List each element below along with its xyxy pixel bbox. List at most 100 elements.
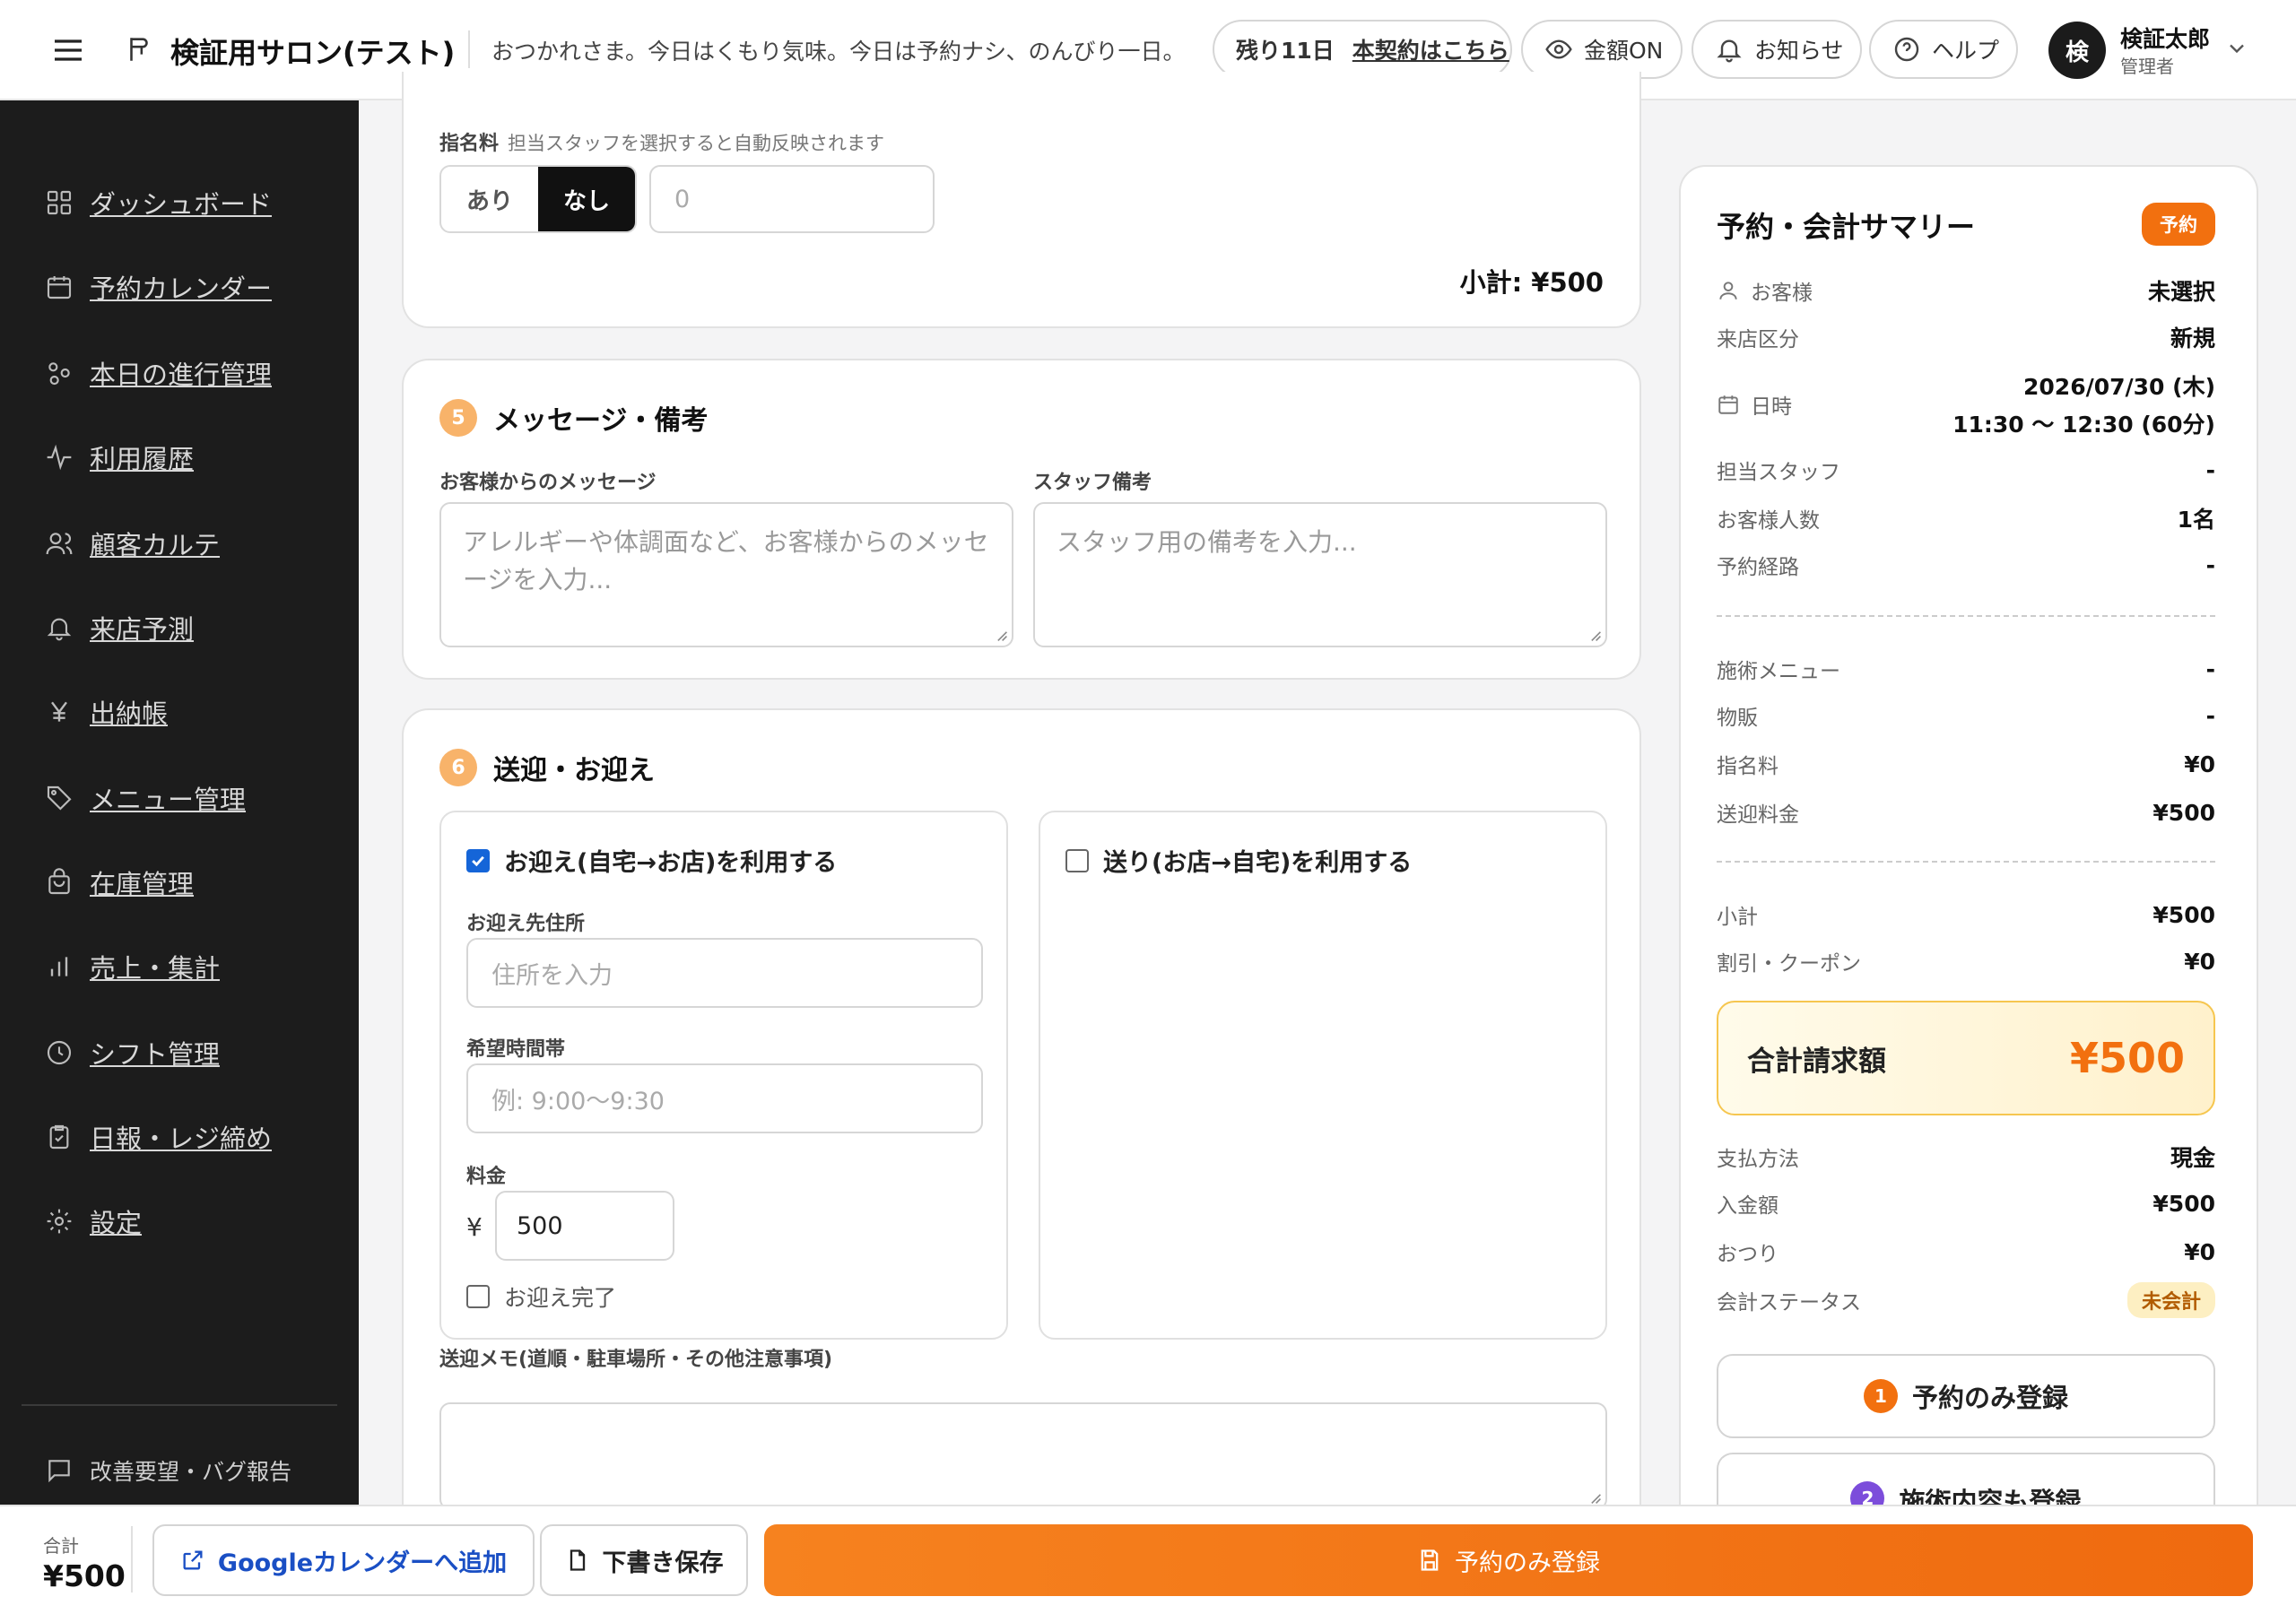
- sidebar-item-sales[interactable]: 売上・集計: [45, 940, 220, 994]
- nomination-no-option[interactable]: なし: [538, 167, 635, 231]
- register-reservation-button[interactable]: 1 予約のみ登録: [1717, 1354, 2215, 1438]
- feedback-label: 改善要望・バグ報告: [90, 1459, 292, 1485]
- sidebar-item-label: 利用履歴: [90, 444, 195, 474]
- pickup-fee-input[interactable]: 500: [495, 1191, 674, 1261]
- resize-grip-icon[interactable]: [1587, 1490, 1602, 1505]
- summary-row-party-size: お客様人数 1名: [1717, 500, 2215, 536]
- user-name[interactable]: 検証太郎: [2120, 22, 2210, 54]
- resize-grip-icon[interactable]: [1587, 628, 1602, 642]
- register-treatment-button[interactable]: 2 施術内容も登録: [1717, 1453, 2215, 1505]
- feedback-link[interactable]: 改善要望・バグ報告: [45, 1454, 291, 1487]
- pickup-done-checkbox[interactable]: お迎え完了: [466, 1280, 616, 1313]
- save-icon: [1421, 1549, 1439, 1571]
- summary-key: 来店区分: [1717, 328, 1799, 351]
- sidebar-item-label: 本日の進行管理: [90, 360, 273, 390]
- summary-row-customer: お客様 未選択: [1717, 273, 2215, 308]
- pickup-checkbox[interactable]: お迎え(自宅→お店)を利用する: [466, 843, 837, 878]
- summary-key: 小計: [1717, 906, 1758, 929]
- sidebar-item-customers[interactable]: 顧客カルテ: [45, 516, 220, 570]
- sidebar-divider: [22, 1404, 337, 1406]
- transport-memo-textarea[interactable]: [439, 1402, 1607, 1510]
- bottom-total-label: 合計: [43, 1535, 79, 1557]
- checkbox-empty-icon: [1065, 848, 1089, 872]
- transport-heading: 6 送迎・お迎え: [439, 748, 655, 787]
- register-submit-button[interactable]: 予約のみ登録: [764, 1524, 2253, 1596]
- nomination-label: 指名料 担当スタッフを選択すると自動反映されます: [439, 133, 885, 155]
- notifications-button[interactable]: お知らせ: [1692, 20, 1862, 79]
- sidebar-item-dashboard[interactable]: ダッシュボード: [45, 176, 272, 230]
- trial-banner[interactable]: 残り11日 本契約はこちら: [1213, 20, 1512, 79]
- summary-key: 物販: [1717, 707, 1758, 730]
- summary-key: 入金額: [1717, 1194, 1779, 1218]
- summary-row-deposit: 入金額 ¥500: [1717, 1185, 2215, 1221]
- sidebar-item-menu[interactable]: メニュー管理: [45, 771, 246, 825]
- customer-message-textarea[interactable]: アレルギーや体調面など、お客様からのメッセージを入力...: [439, 502, 1013, 647]
- summary-row-discount: 割引・クーポン ¥0: [1717, 943, 2215, 979]
- summary-key: 予約経路: [1717, 556, 1799, 579]
- step-number: 6: [439, 749, 477, 786]
- sidebar-item-calendar[interactable]: 予約カレンダー: [45, 260, 272, 314]
- sidebar-item-daily-report[interactable]: 日報・レジ締め: [45, 1110, 272, 1164]
- sidebar-item-shift[interactable]: シフト管理: [45, 1026, 220, 1080]
- bottom-divider: [131, 1526, 133, 1592]
- clipboard-icon: [49, 1124, 69, 1150]
- staff-note-textarea[interactable]: スタッフ用の備考を入力...: [1033, 502, 1607, 647]
- google-calendar-button[interactable]: Googleカレンダーへ追加: [152, 1524, 535, 1596]
- step-number: 5: [439, 399, 477, 437]
- greeting-message: おつかれさま。今日はくもり気味。今日は予約ナシ、のんびり一日。: [491, 39, 1186, 65]
- notifications-label: お知らせ: [1754, 38, 1844, 64]
- summary-value: ¥0: [2184, 948, 2215, 975]
- summary-key: おつり: [1717, 1243, 1779, 1266]
- summary-row-payment-method: 支払方法 現金: [1717, 1139, 2215, 1175]
- summary-value: 現金: [2170, 1145, 2215, 1171]
- sidebar-item-cashbook[interactable]: 出納帳: [45, 685, 168, 739]
- register-reservation-label: 予約のみ登録: [1911, 1383, 2068, 1413]
- summary-row-datetime: 日時 2026/07/30 (木) 11:30 〜 12:30 (60分): [1717, 368, 2215, 441]
- sidebar-item-label: 出納帳: [90, 699, 169, 729]
- help-icon: [1894, 37, 1919, 62]
- sidebar-item-settings[interactable]: 設定: [45, 1194, 142, 1248]
- amount-toggle-button[interactable]: 金額ON: [1521, 20, 1683, 79]
- summary-key: お客様: [1751, 282, 1813, 305]
- summary-key: 指名料: [1717, 755, 1779, 778]
- staff-note-placeholder: スタッフ用の備考を入力...: [1057, 527, 1357, 557]
- summary-value: 新規: [2170, 325, 2215, 351]
- sidebar-item-label: メニュー管理: [90, 785, 247, 815]
- nomination-fee-input[interactable]: 0: [649, 165, 935, 233]
- sidebar-item-history[interactable]: 利用履歴: [45, 430, 194, 484]
- chevron-down-icon[interactable]: [2224, 36, 2249, 61]
- nomination-hint: 担当スタッフを選択すると自動反映されます: [508, 133, 885, 154]
- sidebar-item-inventory[interactable]: 在庫管理: [45, 855, 194, 909]
- nomination-yes-option[interactable]: あり: [441, 167, 538, 231]
- transport-title: 送迎・お迎え: [493, 755, 655, 786]
- activity-icon: [47, 444, 72, 471]
- help-button[interactable]: ヘルプ: [1869, 20, 2018, 79]
- bell-icon: [1717, 39, 1742, 63]
- summary-row-staff: 担当スタッフ -: [1717, 452, 2215, 488]
- transport-memo-label: 送迎メモ(道順・駐車場所・その他注意事項): [439, 1349, 833, 1371]
- summary-value: -: [2205, 655, 2215, 682]
- summary-row-status: 会計ステータス 未会計: [1717, 1282, 2215, 1318]
- sidebar-item-forecast[interactable]: 来店予測: [45, 601, 194, 655]
- resize-grip-icon[interactable]: [994, 628, 1008, 642]
- contract-link[interactable]: 本契約はこちら: [1352, 33, 1509, 65]
- users-icon: [46, 533, 73, 555]
- calendar-icon: [47, 276, 72, 299]
- menu-icon[interactable]: [50, 32, 86, 68]
- dropoff-checkbox[interactable]: 送り(お店→自宅)を利用する: [1065, 843, 1412, 878]
- sidebar-item-progress[interactable]: 本日の進行管理: [45, 346, 272, 400]
- nomination-card: 指名料 担当スタッフを選択すると自動反映されます あり なし 0 小計: ¥500: [402, 72, 1641, 328]
- eye-icon: [1545, 39, 1572, 59]
- store-name: 検証用サロン(テスト): [170, 36, 456, 70]
- summary-key: 施術メニュー: [1717, 660, 1840, 683]
- bar-chart-icon: [50, 957, 68, 976]
- save-draft-button[interactable]: 下書き保存: [540, 1524, 748, 1596]
- step-number: 2: [1850, 1481, 1885, 1505]
- nomination-toggle[interactable]: あり なし: [439, 165, 637, 233]
- sidebar-item-label: 来店予測: [90, 614, 195, 645]
- pickup-time-input[interactable]: 例: 9:00〜9:30: [466, 1063, 983, 1133]
- amount-toggle-label: 金額ON: [1584, 38, 1664, 64]
- avatar[interactable]: 検: [2048, 22, 2106, 79]
- pickup-address-label: お迎え先住所: [466, 913, 586, 935]
- pickup-address-input[interactable]: 住所を入力: [466, 938, 983, 1008]
